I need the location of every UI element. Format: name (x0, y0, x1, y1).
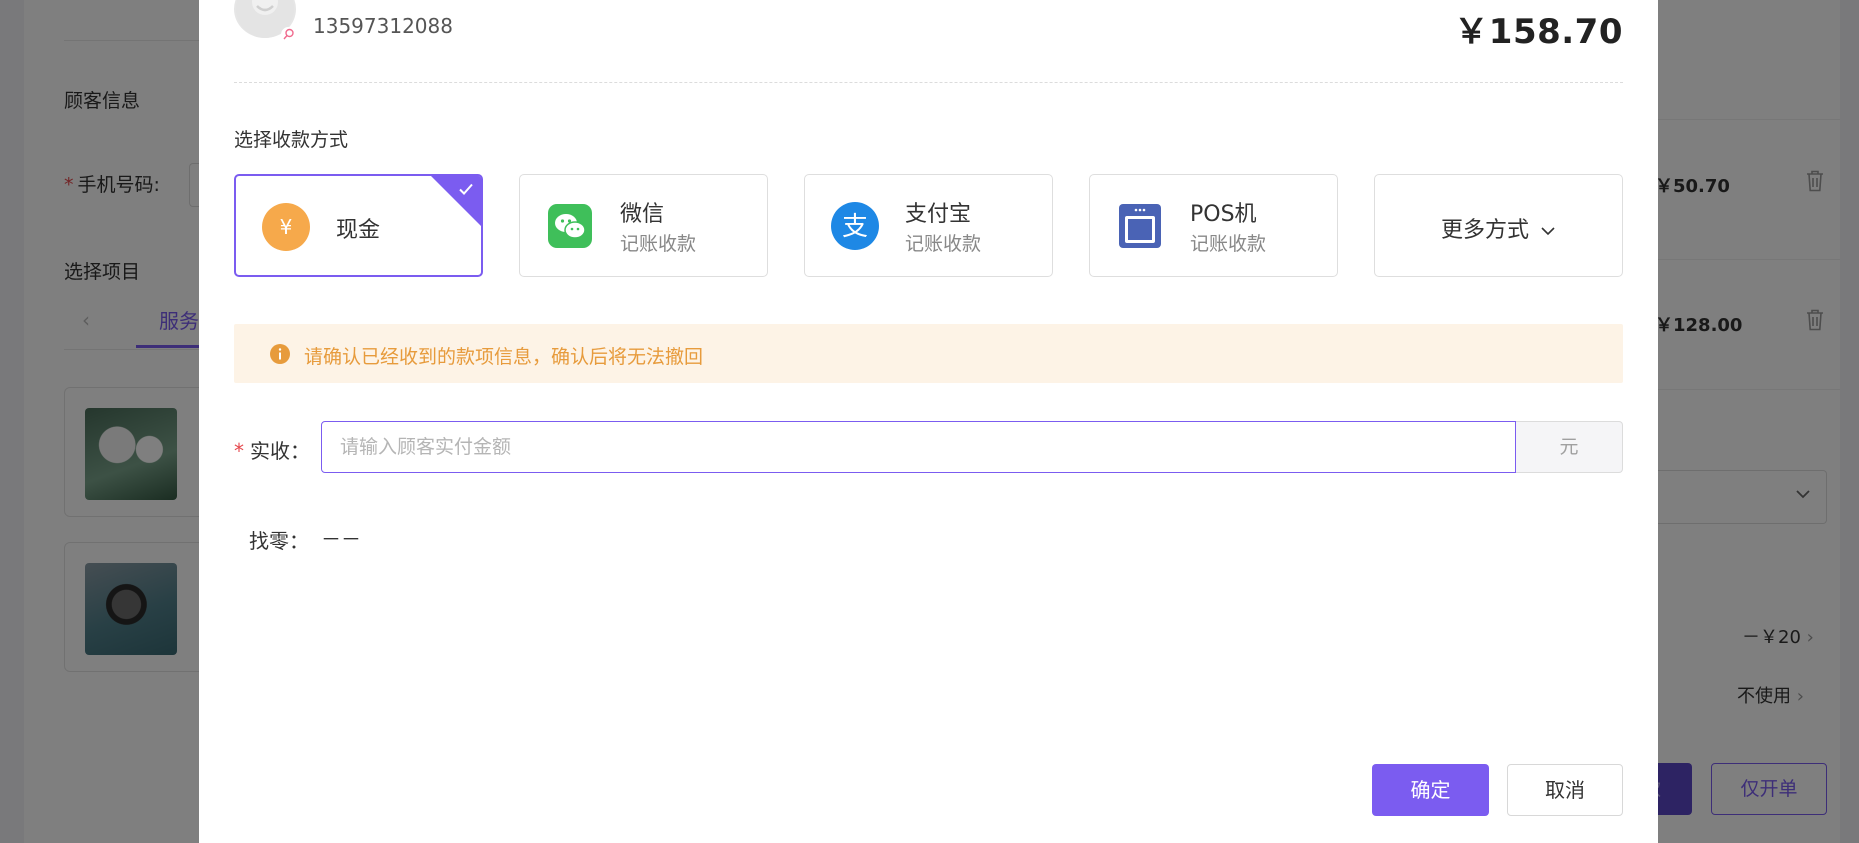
more-methods-label: 更多方式 (1375, 212, 1622, 244)
check-icon (459, 183, 473, 195)
search-badge-icon (283, 28, 294, 40)
svg-text:支: 支 (842, 212, 868, 242)
unit-addon: 元 (1516, 421, 1623, 473)
alipay-icon: 支 (831, 202, 879, 250)
payment-method-label: 选择收款方式 (234, 129, 349, 151)
wechat-icon (548, 204, 592, 248)
chevron-down-icon (1541, 227, 1555, 236)
cancel-button[interactable]: 取消 (1507, 764, 1623, 816)
yen-coin-icon: ¥ (262, 203, 310, 251)
svg-text:¥: ¥ (280, 215, 293, 239)
payment-option-alipay[interactable]: 支 支付宝 记账收款 (804, 174, 1053, 277)
confirm-button[interactable]: 确定 (1372, 764, 1489, 816)
payment-option-name: 现金 (336, 218, 381, 243)
payment-option-cash[interactable]: ¥ 现金 (234, 174, 483, 277)
avatar-badge (281, 27, 296, 42)
change-label: 找零： (249, 529, 309, 553)
payment-option-wechat[interactable]: 微信 记账收款 (519, 174, 768, 277)
payment-option-name: 微信 (620, 202, 665, 227)
warning-alert: 请确认已经收到的款项信息，确认后将无法撤回 (234, 324, 1623, 383)
customer-phone: 13597312088 (313, 14, 453, 38)
info-icon (270, 344, 290, 364)
payment-option-subtitle: 记账收款 (620, 233, 697, 255)
avatar (234, 0, 296, 42)
total-amount: ￥158.70 (1454, 12, 1623, 52)
pos-machine-icon (1119, 204, 1161, 248)
payment-option-subtitle: 记账收款 (905, 233, 982, 255)
dashed-divider (234, 82, 1623, 83)
payment-modal: 13597312088 ￥158.70 选择收款方式 ¥ 现金 微信 记账收款 (199, 0, 1658, 843)
alert-text: 请确认已经收到的款项信息，确认后将无法撤回 (304, 346, 704, 368)
change-value: －－ (321, 527, 361, 551)
payment-option-name: POS机 (1190, 202, 1257, 227)
payment-option-pos[interactable]: POS机 记账收款 (1089, 174, 1338, 277)
payment-option-name: 支付宝 (905, 202, 972, 227)
more-payment-methods-dropdown[interactable]: 更多方式 (1374, 174, 1623, 277)
received-label: * 实收： (234, 439, 310, 463)
received-amount-input[interactable] (321, 421, 1516, 473)
payment-option-subtitle: 记账收款 (1190, 233, 1267, 255)
